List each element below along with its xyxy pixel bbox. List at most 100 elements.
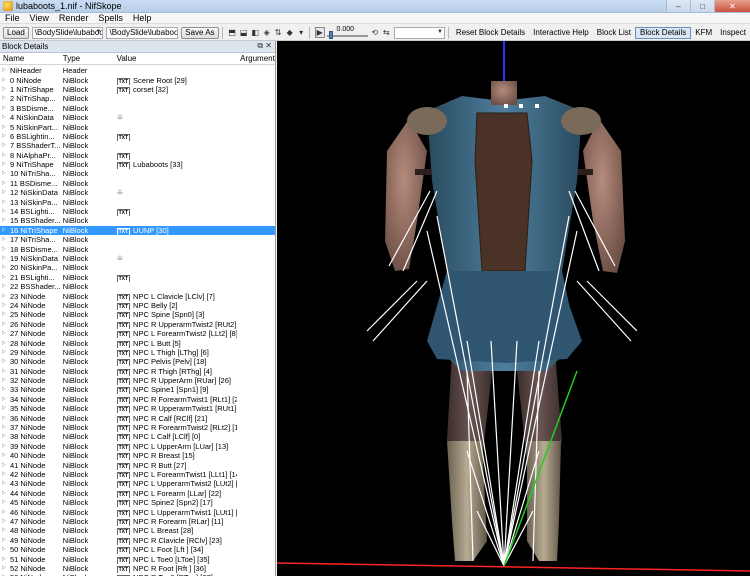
expand-arrow-icon[interactable]: ▷ (2, 254, 10, 263)
table-row[interactable]: ▷ 17 NiTriSha... NiBlock (0, 235, 275, 244)
expand-arrow-icon[interactable]: ▷ (2, 188, 10, 197)
table-row[interactable]: ▷ 28 NiNode NiBlock TXT NPC L Butt [5] (0, 338, 275, 348)
table-row[interactable]: ▷ 21 BSLighti... NiBlock TXT (0, 273, 275, 282)
table-row[interactable]: ▷ 13 NiSkinPa... NiBlock (0, 197, 275, 207)
table-row[interactable]: ▷ 11 BSDisme... NiBlock (0, 179, 275, 188)
table-row[interactable]: ▷ 45 NiNode NiBlock TXT NPC Spine2 [Spn2] [1… (0, 498, 275, 508)
column-name[interactable]: Name (0, 54, 60, 63)
expand-arrow-icon[interactable]: ▷ (2, 526, 10, 535)
table-row[interactable]: ▷ 19 NiSkinData NiBlock ⁜ (0, 254, 275, 263)
expand-arrow-icon[interactable]: ▷ (2, 123, 10, 132)
interactive-help-button[interactable]: Interactive Help (529, 28, 593, 37)
menu-file[interactable]: File (0, 13, 25, 23)
expand-arrow-icon[interactable]: ▷ (2, 357, 10, 366)
expand-arrow-icon[interactable]: ▷ (2, 310, 10, 319)
expand-arrow-icon[interactable]: ▷ (2, 301, 10, 310)
expand-arrow-icon[interactable]: ▷ (2, 385, 10, 394)
expand-arrow-icon[interactable]: ▷ (2, 479, 10, 488)
table-row[interactable]: ▷ 44 NiNode NiBlock TXT NPC L Forearm [LLar]… (0, 489, 275, 498)
animation-time-slider[interactable]: 0.000 (326, 26, 369, 39)
view-side-icon[interactable]: ◧ (250, 27, 260, 38)
expand-arrow-icon[interactable]: ▷ (2, 76, 10, 85)
table-row[interactable]: ▷ 43 NiNode NiBlock TXT NPC L UpperarmTwist2… (0, 479, 275, 489)
table-row[interactable]: ▷ 42 NiNode NiBlock TXT NPC L ForearmTwist1 … (0, 470, 275, 479)
table-row[interactable]: ▷ 29 NiNode NiBlock TXT NPC L Thigh [LThg] [… (0, 348, 275, 357)
table-row[interactable]: ▷ 7 BSShaderT... NiBlock (0, 141, 275, 150)
save-path-combo[interactable]: \BodySlide\lubaboots_1.nif (106, 26, 179, 39)
menu-help[interactable]: Help (128, 13, 157, 23)
maximize-button[interactable]: □ (690, 0, 714, 12)
table-row[interactable]: ▷ 38 NiNode NiBlock TXT NPC L Calf [LClf] [0… (0, 432, 275, 442)
table-row[interactable]: ▷ 4 NiSkinData NiBlock ⁜ (0, 113, 275, 122)
table-row[interactable]: ▷ 25 NiNode NiBlock TXT NPC Spine [Spn0] [3] (0, 310, 275, 320)
table-row[interactable]: ▷ 2 NiTriShap... NiBlock (0, 94, 275, 103)
play-animation-icon[interactable]: ▶ (314, 27, 325, 38)
block-list-button[interactable]: Block List (593, 28, 635, 37)
close-button[interactable]: ✕ (714, 0, 750, 12)
expand-arrow-icon[interactable]: ▷ (2, 179, 10, 188)
table-row[interactable]: ▷ 26 NiNode NiBlock TXT NPC R UpperarmTwist2… (0, 320, 275, 329)
expand-arrow-icon[interactable]: ▷ (2, 141, 10, 150)
table-row[interactable]: ▷ 6 BSLightin... NiBlock TXT (0, 132, 275, 141)
table-row[interactable]: ▷ 23 NiNode NiBlock TXT NPC L Clavicle [LClv… (0, 291, 275, 301)
table-row[interactable]: ▷ 3 BSDisme... NiBlock (0, 104, 275, 113)
expand-arrow-icon[interactable]: ▷ (2, 198, 10, 207)
expand-arrow-icon[interactable]: ▷ (2, 207, 10, 216)
table-row[interactable]: ▷ NiHeader Header (0, 66, 275, 75)
table-row[interactable]: ▷ 27 NiNode NiBlock TXT NPC L ForearmTwist2 … (0, 329, 275, 339)
expand-arrow-icon[interactable]: ▷ (2, 169, 10, 178)
expand-arrow-icon[interactable]: ▷ (2, 395, 10, 404)
table-row[interactable]: ▷ 22 BSShader... NiBlock (0, 282, 275, 291)
table-row[interactable]: ▷ 9 NiTriShape NiBlock TXT Lubaboots [33] (0, 160, 275, 170)
expand-arrow-icon[interactable]: ▷ (2, 282, 10, 291)
menu-render[interactable]: Render (54, 13, 94, 23)
table-row[interactable]: ▷ 39 NiNode NiBlock TXT NPC L UpperArm [LUar… (0, 442, 275, 451)
table-row[interactable]: ▷ 37 NiNode NiBlock TXT NPC R ForearmTwist2 … (0, 423, 275, 433)
menu-spells[interactable]: Spells (93, 13, 128, 23)
table-row[interactable]: ▷ 18 BSDisme... NiBlock (0, 244, 275, 254)
render-viewport[interactable] (277, 41, 750, 576)
expand-arrow-icon[interactable]: ▷ (2, 423, 10, 432)
animation-sequence-combo[interactable]: ▼ (394, 26, 445, 39)
minimize-button[interactable]: ‒ (666, 0, 690, 12)
table-row[interactable]: ▷ 31 NiNode NiBlock TXT NPC R Thigh [RThg] [… (0, 367, 275, 376)
load-button[interactable]: Load (3, 26, 29, 39)
table-row[interactable]: ▷ 12 NiSkinData NiBlock ⁜ (0, 188, 275, 197)
slider-thumb[interactable] (328, 30, 333, 39)
table-row[interactable]: ▷ 24 NiNode NiBlock TXT NPC Belly [2] (0, 301, 275, 310)
table-row[interactable]: ▷ 52 NiNode NiBlock TXT NPC R Foot [Rft ] [3… (0, 564, 275, 573)
expand-arrow-icon[interactable]: ▷ (2, 151, 10, 160)
scene-svg[interactable] (277, 41, 750, 576)
table-row[interactable]: ▷ 49 NiNode NiBlock TXT NPC R Clavicle [RClv… (0, 536, 275, 545)
table-row[interactable]: ▷ 40 NiNode NiBlock TXT NPC R Breast [15] (0, 451, 275, 461)
expand-arrow-icon[interactable]: ▷ (2, 555, 10, 564)
table-row[interactable]: ▷ 51 NiNode NiBlock TXT NPC L Toe0 [LToe] [3… (0, 554, 275, 564)
expand-arrow-icon[interactable]: ▷ (2, 404, 10, 413)
table-row[interactable]: ▷ 5 NiSkinPart... NiBlock (0, 122, 275, 132)
table-row[interactable]: ▷ 35 NiNode NiBlock TXT NPC R UpperarmTwist1… (0, 404, 275, 414)
expand-arrow-icon[interactable]: ▷ (2, 564, 10, 573)
expand-arrow-icon[interactable]: ▷ (2, 160, 10, 169)
view-front-icon[interactable]: ⬓ (239, 27, 249, 38)
table-row[interactable]: ▷ 20 NiSkinPa... NiBlock (0, 263, 275, 272)
expand-arrow-icon[interactable]: ▷ (2, 432, 10, 441)
expand-arrow-icon[interactable]: ▷ (2, 235, 10, 244)
table-row[interactable]: ▷ 15 BSShader... NiBlock (0, 216, 275, 225)
switch-animation-icon[interactable]: ⇆ (382, 27, 392, 38)
load-path-combo[interactable]: \BodySlide\lubaboots_1.nif ▼ (31, 26, 104, 39)
menu-view[interactable]: View (25, 13, 54, 23)
table-row[interactable]: ▷ 32 NiNode NiBlock TXT NPC R UpperArm [RUar… (0, 376, 275, 386)
expand-arrow-icon[interactable]: ▷ (2, 329, 10, 338)
expand-arrow-icon[interactable]: ▷ (2, 339, 10, 348)
inspect-button[interactable]: Inspect (716, 28, 750, 37)
expand-arrow-icon[interactable]: ▷ (2, 292, 10, 301)
expand-arrow-icon[interactable]: ▷ (2, 545, 10, 554)
expand-arrow-icon[interactable]: ▷ (2, 517, 10, 526)
expand-arrow-icon[interactable]: ▷ (2, 226, 10, 235)
table-row[interactable]: ▷ 30 NiNode NiBlock TXT NPC Pelvis [Pelv] [1… (0, 357, 275, 367)
expand-arrow-icon[interactable]: ▷ (2, 132, 10, 141)
expand-arrow-icon[interactable]: ▷ (2, 376, 10, 385)
table-row[interactable]: ▷ 10 NiTriSha... NiBlock (0, 169, 275, 178)
expand-arrow-icon[interactable]: ▷ (2, 451, 10, 460)
table-row[interactable]: ▷ 0 NiNode NiBlock TXT Scene Root [29] (0, 75, 275, 85)
